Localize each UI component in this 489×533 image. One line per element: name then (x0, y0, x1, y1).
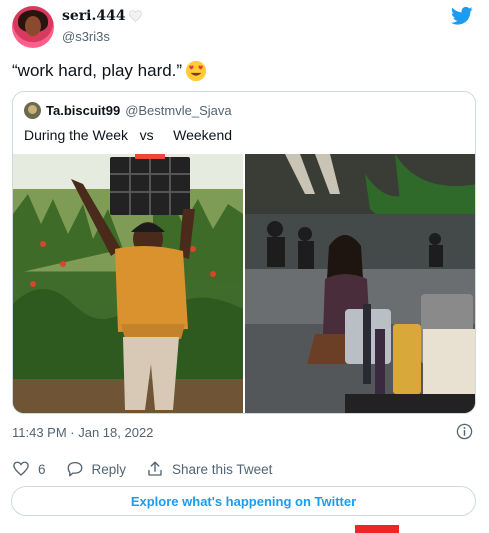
share-button[interactable]: Share this Tweet (146, 460, 272, 478)
tweet-timestamp[interactable]: 11:43 PM · Jan 18, 2022 (12, 425, 153, 440)
avatar-face (25, 16, 41, 36)
white-heart-icon (128, 10, 142, 22)
reply-button[interactable]: Reply (66, 460, 127, 478)
red-bottom-bar (355, 525, 399, 533)
tweet-text: “work hard, play hard.” (12, 61, 183, 80)
quoted-author-avatar[interactable] (24, 102, 41, 119)
tweet-body: “work hard, play hard.” (12, 60, 207, 82)
lounge-photo[interactable] (245, 154, 475, 413)
share-label: Share this Tweet (172, 461, 273, 477)
quoted-tweet[interactable]: Ta.biscuit99 @Bestmvle_Sjava During the … (12, 91, 476, 414)
heart-eyes-emoji-icon (185, 60, 207, 82)
quoted-tweet-text: During the Week vs Weekend (24, 127, 233, 143)
author-name-row: seri.444 (62, 8, 142, 24)
farm-photo-illustration (13, 154, 243, 413)
author-handle[interactable]: @s3ri3s (62, 29, 142, 44)
reply-bubble-icon (67, 461, 82, 477)
like-button[interactable]: 6 (12, 460, 46, 478)
author-info: seri.444 @s3ri3s (62, 8, 142, 44)
farm-photo[interactable] (13, 154, 243, 413)
author-avatar[interactable] (12, 6, 54, 48)
twitter-bird-icon[interactable] (451, 6, 473, 26)
quoted-author-handle[interactable]: @Bestmvle_Sjava (125, 103, 231, 118)
lounge-photo-illustration (245, 154, 475, 413)
quoted-tweet-header: Ta.biscuit99 @Bestmvle_Sjava (24, 102, 232, 119)
info-icon[interactable] (456, 423, 473, 440)
tweet-actions: 6 Reply Share this Tweet (12, 460, 292, 478)
quoted-author-name[interactable]: Ta.biscuit99 (46, 103, 120, 118)
share-upload-icon (148, 461, 162, 476)
reply-label: Reply (91, 461, 127, 477)
author-display-name[interactable]: seri.444 (62, 8, 126, 24)
heart-outline-icon (13, 461, 29, 476)
embedded-tweet-card: seri.444 @s3ri3s “work hard, play hard.”… (0, 0, 489, 533)
like-count: 6 (38, 461, 46, 477)
explore-twitter-button[interactable]: Explore what's happening on Twitter (11, 486, 476, 516)
